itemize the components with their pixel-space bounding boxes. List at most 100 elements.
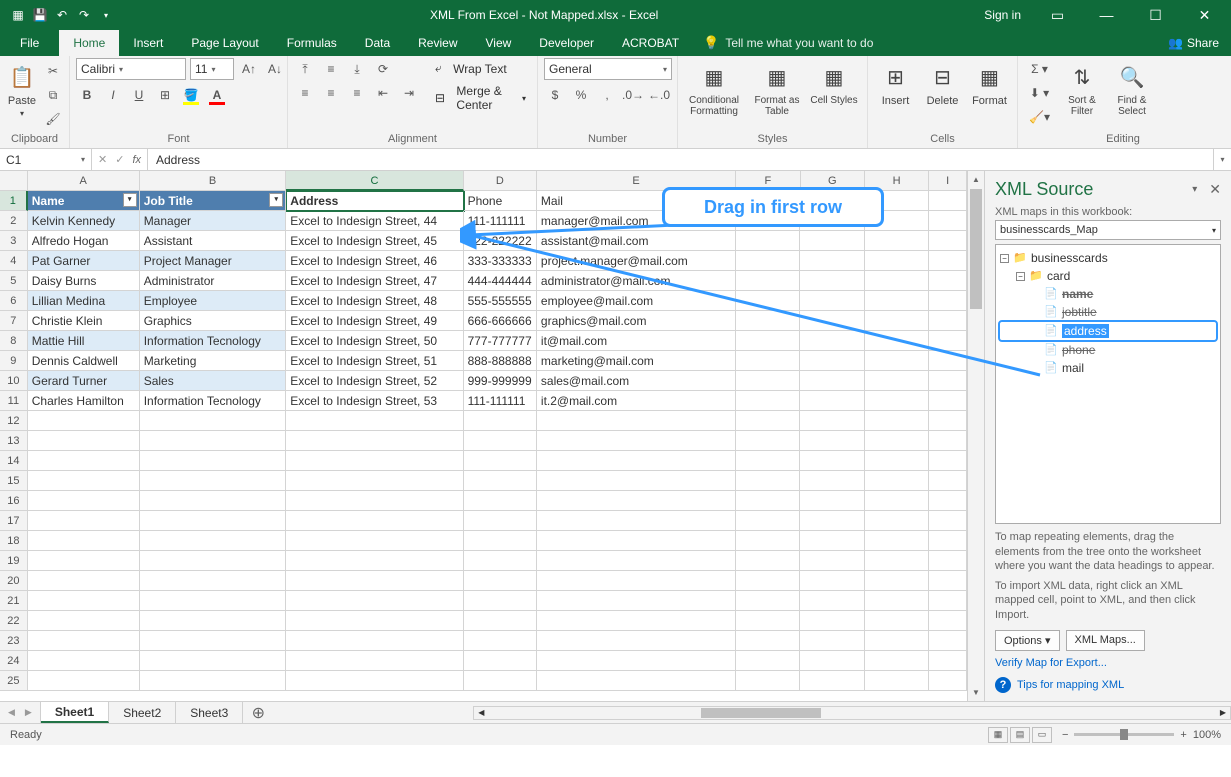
tab-view[interactable]: View (472, 30, 526, 56)
align-left-button[interactable]: ≡ (294, 82, 316, 104)
table-row[interactable]: 14 (0, 451, 967, 471)
cell[interactable] (929, 191, 967, 211)
cell[interactable] (464, 471, 537, 491)
expand-formula-button[interactable]: ▾ (1213, 149, 1231, 170)
zoom-level[interactable]: 100% (1193, 729, 1221, 741)
bold-button[interactable]: B (76, 84, 98, 106)
table-row[interactable]: 15 (0, 471, 967, 491)
cell[interactable] (800, 451, 864, 471)
tree-card[interactable]: −📁card (1000, 267, 1216, 285)
tellme-input[interactable]: 💡Tell me what you want to do (703, 30, 873, 56)
rowhead[interactable]: 9 (0, 351, 28, 371)
cell[interactable]: Sales (140, 371, 287, 391)
align-right-button[interactable]: ≡ (346, 82, 368, 104)
number-format-combo[interactable]: General▾ (544, 58, 672, 80)
cell[interactable]: Excel to Indesign Street, 52 (286, 371, 463, 391)
cell[interactable] (865, 391, 929, 411)
cell[interactable] (28, 511, 140, 531)
cell[interactable] (736, 331, 800, 351)
rowhead[interactable]: 17 (0, 511, 28, 531)
font-color-button[interactable]: A (206, 84, 228, 106)
cell[interactable] (800, 351, 864, 371)
cell[interactable] (736, 651, 800, 671)
cell[interactable] (464, 411, 537, 431)
cell[interactable] (736, 511, 800, 531)
page-break-view-button[interactable]: ▭ (1032, 727, 1052, 743)
cell[interactable] (865, 371, 929, 391)
xml-maps-button[interactable]: XML Maps... (1066, 630, 1145, 651)
cell[interactable] (28, 471, 140, 491)
cell[interactable] (286, 531, 463, 551)
share-button[interactable]: 👥Share (1156, 30, 1231, 56)
cell[interactable]: 111-111111 (464, 211, 537, 231)
cell[interactable] (800, 311, 864, 331)
maximize-button[interactable]: ☐ (1133, 0, 1178, 30)
cell[interactable] (800, 411, 864, 431)
cut-button[interactable]: ✂ (42, 60, 64, 82)
cell[interactable] (286, 631, 463, 651)
comma-button[interactable]: , (596, 84, 618, 106)
table-row[interactable]: 9Dennis CaldwellMarketingExcel to Indesi… (0, 351, 967, 371)
rowhead[interactable]: 2 (0, 211, 28, 231)
cell[interactable] (286, 651, 463, 671)
cell[interactable] (286, 671, 463, 691)
cell[interactable] (537, 511, 736, 531)
tips-link[interactable]: ?Tips for mapping XML (995, 677, 1221, 693)
scroll-thumb[interactable] (970, 189, 982, 309)
decrease-font-button[interactable]: A↓ (264, 58, 286, 80)
table-row[interactable]: 13 (0, 431, 967, 451)
cell[interactable]: assistant@mail.com (537, 231, 736, 251)
cell[interactable]: Project Manager (140, 251, 287, 271)
xml-map-select[interactable]: businesscards_Map▾ (995, 220, 1221, 240)
cell[interactable]: 111-111111 (464, 391, 537, 411)
cell[interactable] (865, 331, 929, 351)
cell[interactable] (464, 611, 537, 631)
cell[interactable] (736, 451, 800, 471)
zoom-out-button[interactable]: − (1062, 729, 1068, 741)
cell[interactable] (140, 591, 287, 611)
rowhead[interactable]: 12 (0, 411, 28, 431)
rowhead[interactable]: 22 (0, 611, 28, 631)
cell[interactable]: Mattie Hill (28, 331, 140, 351)
normal-view-button[interactable]: ▦ (988, 727, 1008, 743)
cell[interactable] (929, 631, 967, 651)
cell[interactable] (464, 511, 537, 531)
spreadsheet-grid[interactable]: A B C D E F G H I 1Name▾Job Title▾Addres… (0, 171, 967, 701)
cell[interactable]: Excel to Indesign Street, 47 (286, 271, 463, 291)
rowhead[interactable]: 14 (0, 451, 28, 471)
cell[interactable] (800, 591, 864, 611)
cell[interactable] (865, 531, 929, 551)
cell[interactable] (800, 531, 864, 551)
cell[interactable] (800, 511, 864, 531)
cell[interactable] (736, 351, 800, 371)
rowhead[interactable]: 13 (0, 431, 28, 451)
zoom-slider[interactable] (1074, 733, 1174, 736)
sheet-nav[interactable]: ◀▶ (0, 702, 41, 723)
cell[interactable] (865, 651, 929, 671)
cell[interactable] (929, 471, 967, 491)
rowhead[interactable]: 19 (0, 551, 28, 571)
cell[interactable]: it@mail.com (537, 331, 736, 351)
cell[interactable] (929, 511, 967, 531)
colhead-c[interactable]: C (286, 171, 463, 191)
rowhead[interactable]: 16 (0, 491, 28, 511)
cell[interactable]: 333-333333 (464, 251, 537, 271)
cell[interactable]: Excel to Indesign Street, 49 (286, 311, 463, 331)
cell[interactable] (865, 311, 929, 331)
colhead-a[interactable]: A (28, 171, 140, 191)
cell[interactable] (800, 631, 864, 651)
rowhead[interactable]: 4 (0, 251, 28, 271)
cell[interactable] (736, 551, 800, 571)
table-row[interactable]: 23 (0, 631, 967, 651)
table-row[interactable]: 16 (0, 491, 967, 511)
cell[interactable] (736, 251, 800, 271)
align-center-button[interactable]: ≡ (320, 82, 342, 104)
cell[interactable] (537, 671, 736, 691)
rowhead[interactable]: 15 (0, 471, 28, 491)
rowhead[interactable]: 24 (0, 651, 28, 671)
cell[interactable] (28, 651, 140, 671)
cell[interactable]: 888-888888 (464, 351, 537, 371)
cell[interactable] (865, 231, 929, 251)
table-row[interactable]: 8Mattie HillInformation TecnologyExcel t… (0, 331, 967, 351)
cell[interactable]: Information Tecnology (140, 391, 287, 411)
